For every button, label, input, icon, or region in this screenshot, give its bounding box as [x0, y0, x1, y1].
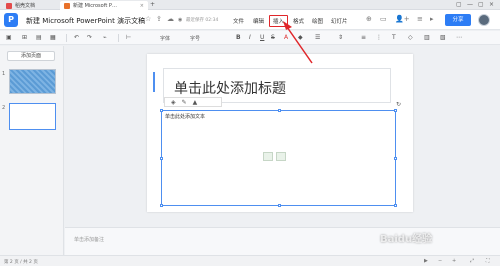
avatar[interactable]: [478, 14, 490, 26]
resize-handle[interactable]: [278, 109, 281, 112]
line-spacing-icon[interactable]: ⇕: [338, 34, 343, 41]
fill-color-icon[interactable]: ◈: [171, 99, 176, 106]
highlight-icon[interactable]: ◆: [298, 34, 303, 41]
slide-layout-icon[interactable]: ▤: [36, 34, 42, 41]
insert-table-icon[interactable]: [263, 152, 273, 161]
chart-icon[interactable]: ▧: [440, 34, 446, 41]
comment-icon[interactable]: ▭: [380, 15, 387, 23]
resize-handle[interactable]: [160, 157, 163, 160]
strikethrough-icon[interactable]: S: [271, 34, 275, 41]
resize-handle[interactable]: [160, 109, 163, 112]
format-toolbar: ▣ ⊞ ▤ ▦ ↶ ↷ ⌁ ⊢ 字体 字号 B I U S A ◆ ☰ ⇕ ≡ …: [0, 31, 500, 45]
menu-format[interactable]: 格式: [293, 17, 304, 25]
menu-insert[interactable]: 插入: [269, 15, 289, 27]
font-size-select[interactable]: 字号: [190, 35, 200, 42]
text-align-icon[interactable]: ≡: [361, 34, 366, 41]
app-logo[interactable]: P: [4, 13, 18, 27]
tab-label: 稻壳文档: [15, 3, 36, 9]
fit-icon[interactable]: ⤢: [470, 258, 474, 264]
bold-icon[interactable]: B: [236, 34, 241, 41]
resize-handle[interactable]: [394, 109, 397, 112]
star-icon[interactable]: ☆: [145, 15, 151, 23]
zoom-in-icon[interactable]: +: [452, 258, 456, 264]
add-icon[interactable]: ⊕: [366, 15, 372, 23]
text-box-icon[interactable]: T: [392, 34, 396, 41]
slide-canvas: 单击此处添加标题 ◈ ✎ ▲ 单击此处添加文本 ↻: [65, 46, 500, 221]
ppt-logo-icon: [64, 2, 70, 9]
share-button[interactable]: 分享: [445, 14, 471, 26]
minimize-icon[interactable]: —: [467, 1, 473, 8]
cloud-icon[interactable]: ☁: [167, 15, 174, 23]
title-placeholder-text: 单击此处添加标题: [174, 81, 286, 97]
more-menu-icon[interactable]: ≡: [417, 15, 423, 23]
menu-draw[interactable]: 绘图: [312, 17, 323, 25]
table-icon[interactable]: ▦: [50, 34, 56, 41]
more-icon[interactable]: ⋯: [456, 34, 462, 41]
list-numbered-icon[interactable]: ⋮: [376, 34, 382, 41]
format-painter-icon[interactable]: ⌁: [103, 34, 107, 41]
watermark: Baidu经验: [380, 234, 433, 245]
italic-icon[interactable]: I: [249, 34, 251, 41]
slide-number: 1: [2, 71, 6, 77]
slide-thumbnail-1[interactable]: [9, 69, 56, 94]
notes-pane[interactable]: 单击添加备注: [65, 227, 500, 255]
placeholder-mini-toolbar: ◈ ✎ ▲: [164, 97, 222, 107]
body-placeholder-text: 单击此处添加文本: [165, 114, 206, 120]
page-info: 第 2 页 / 共 2 页: [4, 260, 38, 265]
add-user-icon[interactable]: 👤+: [395, 15, 410, 23]
font-color-icon[interactable]: A: [284, 34, 288, 41]
menu-file[interactable]: 文件: [233, 17, 244, 25]
font-select[interactable]: 字体: [160, 35, 170, 42]
effect-icon[interactable]: ▲: [193, 99, 198, 106]
shape-icon[interactable]: ◇: [408, 34, 413, 41]
underline-icon[interactable]: U: [260, 34, 264, 41]
close-tab-icon[interactable]: ×: [140, 3, 144, 9]
resize-handle[interactable]: [394, 157, 397, 160]
layout-icon[interactable]: ▣: [6, 34, 12, 41]
zoom-out-icon[interactable]: −: [438, 258, 442, 264]
tab-document[interactable]: 新建 Microsoft P… ×: [60, 1, 148, 10]
body-placeholder[interactable]: 单击此处添加文本: [160, 109, 397, 207]
tab-daoke[interactable]: 稻壳文档: [2, 1, 58, 10]
undo-icon[interactable]: ↶: [74, 34, 79, 41]
grid-icon[interactable]: ⊞: [22, 34, 27, 41]
list-icon[interactable]: ☰: [315, 34, 320, 41]
insert-content-icons: [263, 152, 289, 162]
image-icon[interactable]: ▥: [424, 34, 430, 41]
document-title[interactable]: 新建 Microsoft PowerPoint 演示文稿: [26, 16, 145, 26]
resize-handle[interactable]: [278, 204, 281, 207]
add-page-button[interactable]: 添加页面: [7, 51, 55, 61]
menu-slide[interactable]: 幻灯片: [331, 17, 348, 25]
align-icon[interactable]: ⊢: [126, 34, 131, 41]
saved-time: 最近保存 02:34: [186, 18, 219, 23]
play-icon[interactable]: ▶: [424, 258, 428, 264]
restore-icon[interactable]: ▢: [456, 1, 462, 8]
maximize-icon[interactable]: ▢: [478, 1, 484, 8]
tab-label: 新建 Microsoft P…: [73, 3, 117, 9]
share-link-icon[interactable]: ⇪: [156, 15, 162, 23]
status-bar: 第 2 页 / 共 2 页 ▶ − + ⤢ ⛶: [0, 255, 500, 266]
daoke-logo-icon: [6, 2, 12, 9]
saved-status-icon: ◉: [178, 17, 183, 23]
resize-handle[interactable]: [394, 204, 397, 207]
notes-placeholder: 单击添加备注: [74, 237, 105, 243]
tab-bar: 稻壳文档 新建 Microsoft P… × + ▢ — ▢ ×: [0, 0, 500, 10]
fullscreen-icon[interactable]: ⛶: [486, 258, 490, 264]
resize-handle[interactable]: [160, 204, 163, 207]
title-accent-bar: [153, 72, 155, 92]
insert-image-icon[interactable]: [276, 152, 286, 161]
close-window-icon[interactable]: ×: [489, 1, 494, 8]
rotate-handle-icon[interactable]: ↻: [396, 101, 401, 108]
menu-edit[interactable]: 编辑: [253, 17, 264, 25]
redo-icon[interactable]: ↷: [87, 34, 92, 41]
slide-number: 2: [2, 105, 6, 111]
outline-icon[interactable]: ✎: [182, 99, 187, 106]
title-bar: P 新建 Microsoft PowerPoint 演示文稿 ☆ ⇪ ☁ ◉ 最…: [0, 10, 500, 30]
present-icon[interactable]: ▸: [430, 15, 434, 23]
new-tab-icon[interactable]: +: [150, 1, 155, 8]
slide-thumbnail-2[interactable]: [9, 103, 56, 130]
slide-panel: 添加页面 1 2: [0, 46, 64, 255]
